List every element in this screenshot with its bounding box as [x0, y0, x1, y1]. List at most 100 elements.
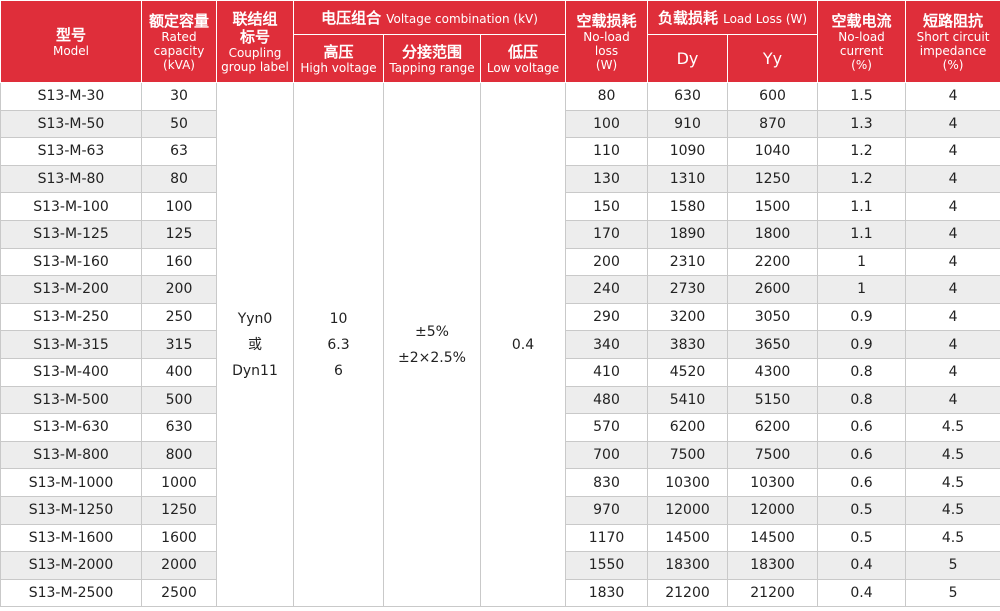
- cell-impedance: 4.5: [905, 468, 1000, 497]
- cell-yy-loss: 6200: [727, 413, 819, 442]
- cell-noload-loss: 100: [565, 109, 649, 139]
- cell-yy-loss: 1040: [727, 137, 819, 166]
- cell-noload-loss: 80: [565, 82, 649, 111]
- cell-noload-loss: 130: [565, 164, 649, 194]
- cell-capacity: 250: [141, 302, 217, 332]
- cell-capacity: 1000: [141, 468, 217, 497]
- header-load-loss-zh: 负载损耗: [657, 9, 718, 27]
- header-yy: Yy: [727, 34, 819, 83]
- header-model-en: Model: [52, 43, 90, 58]
- cell-model: S13-M-1600: [0, 523, 142, 553]
- cell-capacity: 630: [141, 413, 217, 442]
- cell-impedance: 4.5: [905, 413, 1000, 442]
- cell-tap-merged: ±5% ±2×2.5%: [383, 81, 481, 608]
- cell-capacity: 1250: [141, 495, 217, 525]
- cell-dy-loss: 18300: [647, 551, 729, 580]
- cell-noload-current: 1.2: [817, 164, 907, 194]
- table-header: 型号 Model 额定容量 Rated capacity (kVA) 联结组 标…: [0, 0, 1000, 83]
- header-hv-en: High voltage: [300, 60, 377, 75]
- cell-capacity: 2500: [141, 578, 217, 608]
- header-capacity-en3: (kVA): [163, 57, 195, 72]
- header-voltage: 电压组合 Voltage combination (kV): [292, 0, 567, 35]
- header-model-zh: 型号: [55, 25, 86, 44]
- header-impedance-en1: Short circuit: [916, 29, 990, 44]
- cell-noload-loss: 340: [565, 330, 649, 359]
- header-noload-loss-en3: (W): [595, 57, 618, 72]
- cell-yy-loss: 21200: [727, 578, 819, 608]
- header-dy-label: Dy: [676, 49, 699, 68]
- cell-noload-loss: 240: [565, 275, 649, 304]
- header-coupling-en2: group label: [221, 59, 289, 74]
- cell-yy-loss: 7500: [727, 440, 819, 470]
- cell-yy-loss: 18300: [727, 551, 819, 580]
- cell-dy-loss: 21200: [647, 578, 729, 608]
- cell-noload-loss: 150: [565, 192, 649, 221]
- header-tap: 分接范围 Tapping range: [383, 34, 481, 83]
- header-capacity: 额定容量 Rated capacity (kVA): [141, 0, 217, 83]
- tap-line: ±2×2.5%: [398, 349, 466, 366]
- header-voltage-en: Voltage combination (kV): [386, 12, 538, 26]
- header-coupling-zh1: 联结组: [232, 9, 278, 28]
- cell-noload-loss: 570: [565, 413, 649, 442]
- cell-dy-loss: 2310: [647, 247, 729, 277]
- header-coupling: 联结组 标号 Coupling group label: [216, 0, 294, 83]
- header-dy: Dy: [647, 34, 729, 83]
- header-noload-current-en1: No-load: [838, 29, 885, 44]
- cell-noload-loss: 290: [565, 302, 649, 332]
- header-tap-en: Tapping range: [389, 60, 475, 75]
- cell-noload-loss: 480: [565, 385, 649, 415]
- cell-noload-current: 0.6: [817, 413, 907, 442]
- cell-noload-current: 1.5: [817, 82, 907, 111]
- hv-line: 10: [329, 310, 348, 327]
- cell-noload-loss: 1830: [565, 578, 649, 608]
- header-noload-loss-en2: loss: [594, 43, 619, 58]
- header-load-loss: 负载损耗 Load Loss (W): [647, 0, 819, 35]
- cell-dy-loss: 7500: [647, 440, 729, 470]
- header-model: 型号 Model: [0, 0, 142, 83]
- header-capacity-zh: 额定容量: [148, 11, 209, 30]
- header-noload-current-en3: (%): [851, 57, 872, 72]
- cell-dy-loss: 3200: [647, 302, 729, 332]
- cell-capacity: 30: [141, 82, 217, 111]
- cell-dy-loss: 12000: [647, 495, 729, 525]
- cell-impedance: 4: [905, 109, 1000, 139]
- cell-noload-loss: 1170: [565, 523, 649, 553]
- header-impedance-en3: (%): [942, 57, 964, 72]
- cell-capacity: 100: [141, 192, 217, 221]
- header-noload-current: 空载电流 No-load current (%): [817, 0, 907, 83]
- cell-noload-loss: 410: [565, 357, 649, 387]
- cell-capacity: 50: [141, 109, 217, 139]
- cell-model: S13-M-30: [0, 82, 142, 111]
- header-voltage-zh: 电压组合: [321, 9, 382, 27]
- cell-yy-loss: 12000: [727, 495, 819, 525]
- cell-impedance: 4: [905, 219, 1000, 249]
- cell-noload-loss: 170: [565, 219, 649, 249]
- cell-impedance: 4: [905, 137, 1000, 166]
- table-body: S13-M-30 30 Yyn0 或 Dyn11 10 6.3 6 ±5% ±2×2.5% 0.4 8…: [0, 81, 1000, 608]
- cell-dy-loss: 1890: [647, 219, 729, 249]
- header-coupling-en1: Coupling: [228, 45, 282, 60]
- cell-yy-loss: 2200: [727, 247, 819, 277]
- header-capacity-en1: Rated: [161, 29, 197, 44]
- cell-model: S13-M-100: [0, 192, 142, 221]
- cell-noload-loss: 700: [565, 440, 649, 470]
- coupling-line: Dyn11: [232, 362, 278, 379]
- coupling-line: Yyn0: [237, 310, 273, 327]
- cell-noload-current: 0.6: [817, 440, 907, 470]
- hv-line: 6.3: [327, 336, 350, 353]
- tap-line: ±5%: [415, 323, 449, 340]
- cell-model: S13-M-63: [0, 137, 142, 166]
- cell-lv-merged: 0.4: [479, 81, 567, 608]
- header-impedance-en2: impedance: [919, 43, 987, 58]
- cell-noload-current: 0.6: [817, 468, 907, 497]
- header-hv: 高压 High voltage: [293, 34, 384, 83]
- header-noload-loss-en1: No-load: [583, 29, 630, 44]
- cell-dy-loss: 14500: [647, 523, 729, 553]
- cell-dy-loss: 5410: [647, 385, 729, 415]
- cell-model: S13-M-1000: [0, 468, 142, 497]
- header-lv: 低压 Low voltage: [479, 34, 567, 83]
- header-lv-en: Low voltage: [486, 60, 560, 75]
- cell-noload-loss: 1550: [565, 551, 649, 580]
- cell-model: S13-M-400: [0, 357, 142, 387]
- cell-yy-loss: 1500: [727, 192, 819, 221]
